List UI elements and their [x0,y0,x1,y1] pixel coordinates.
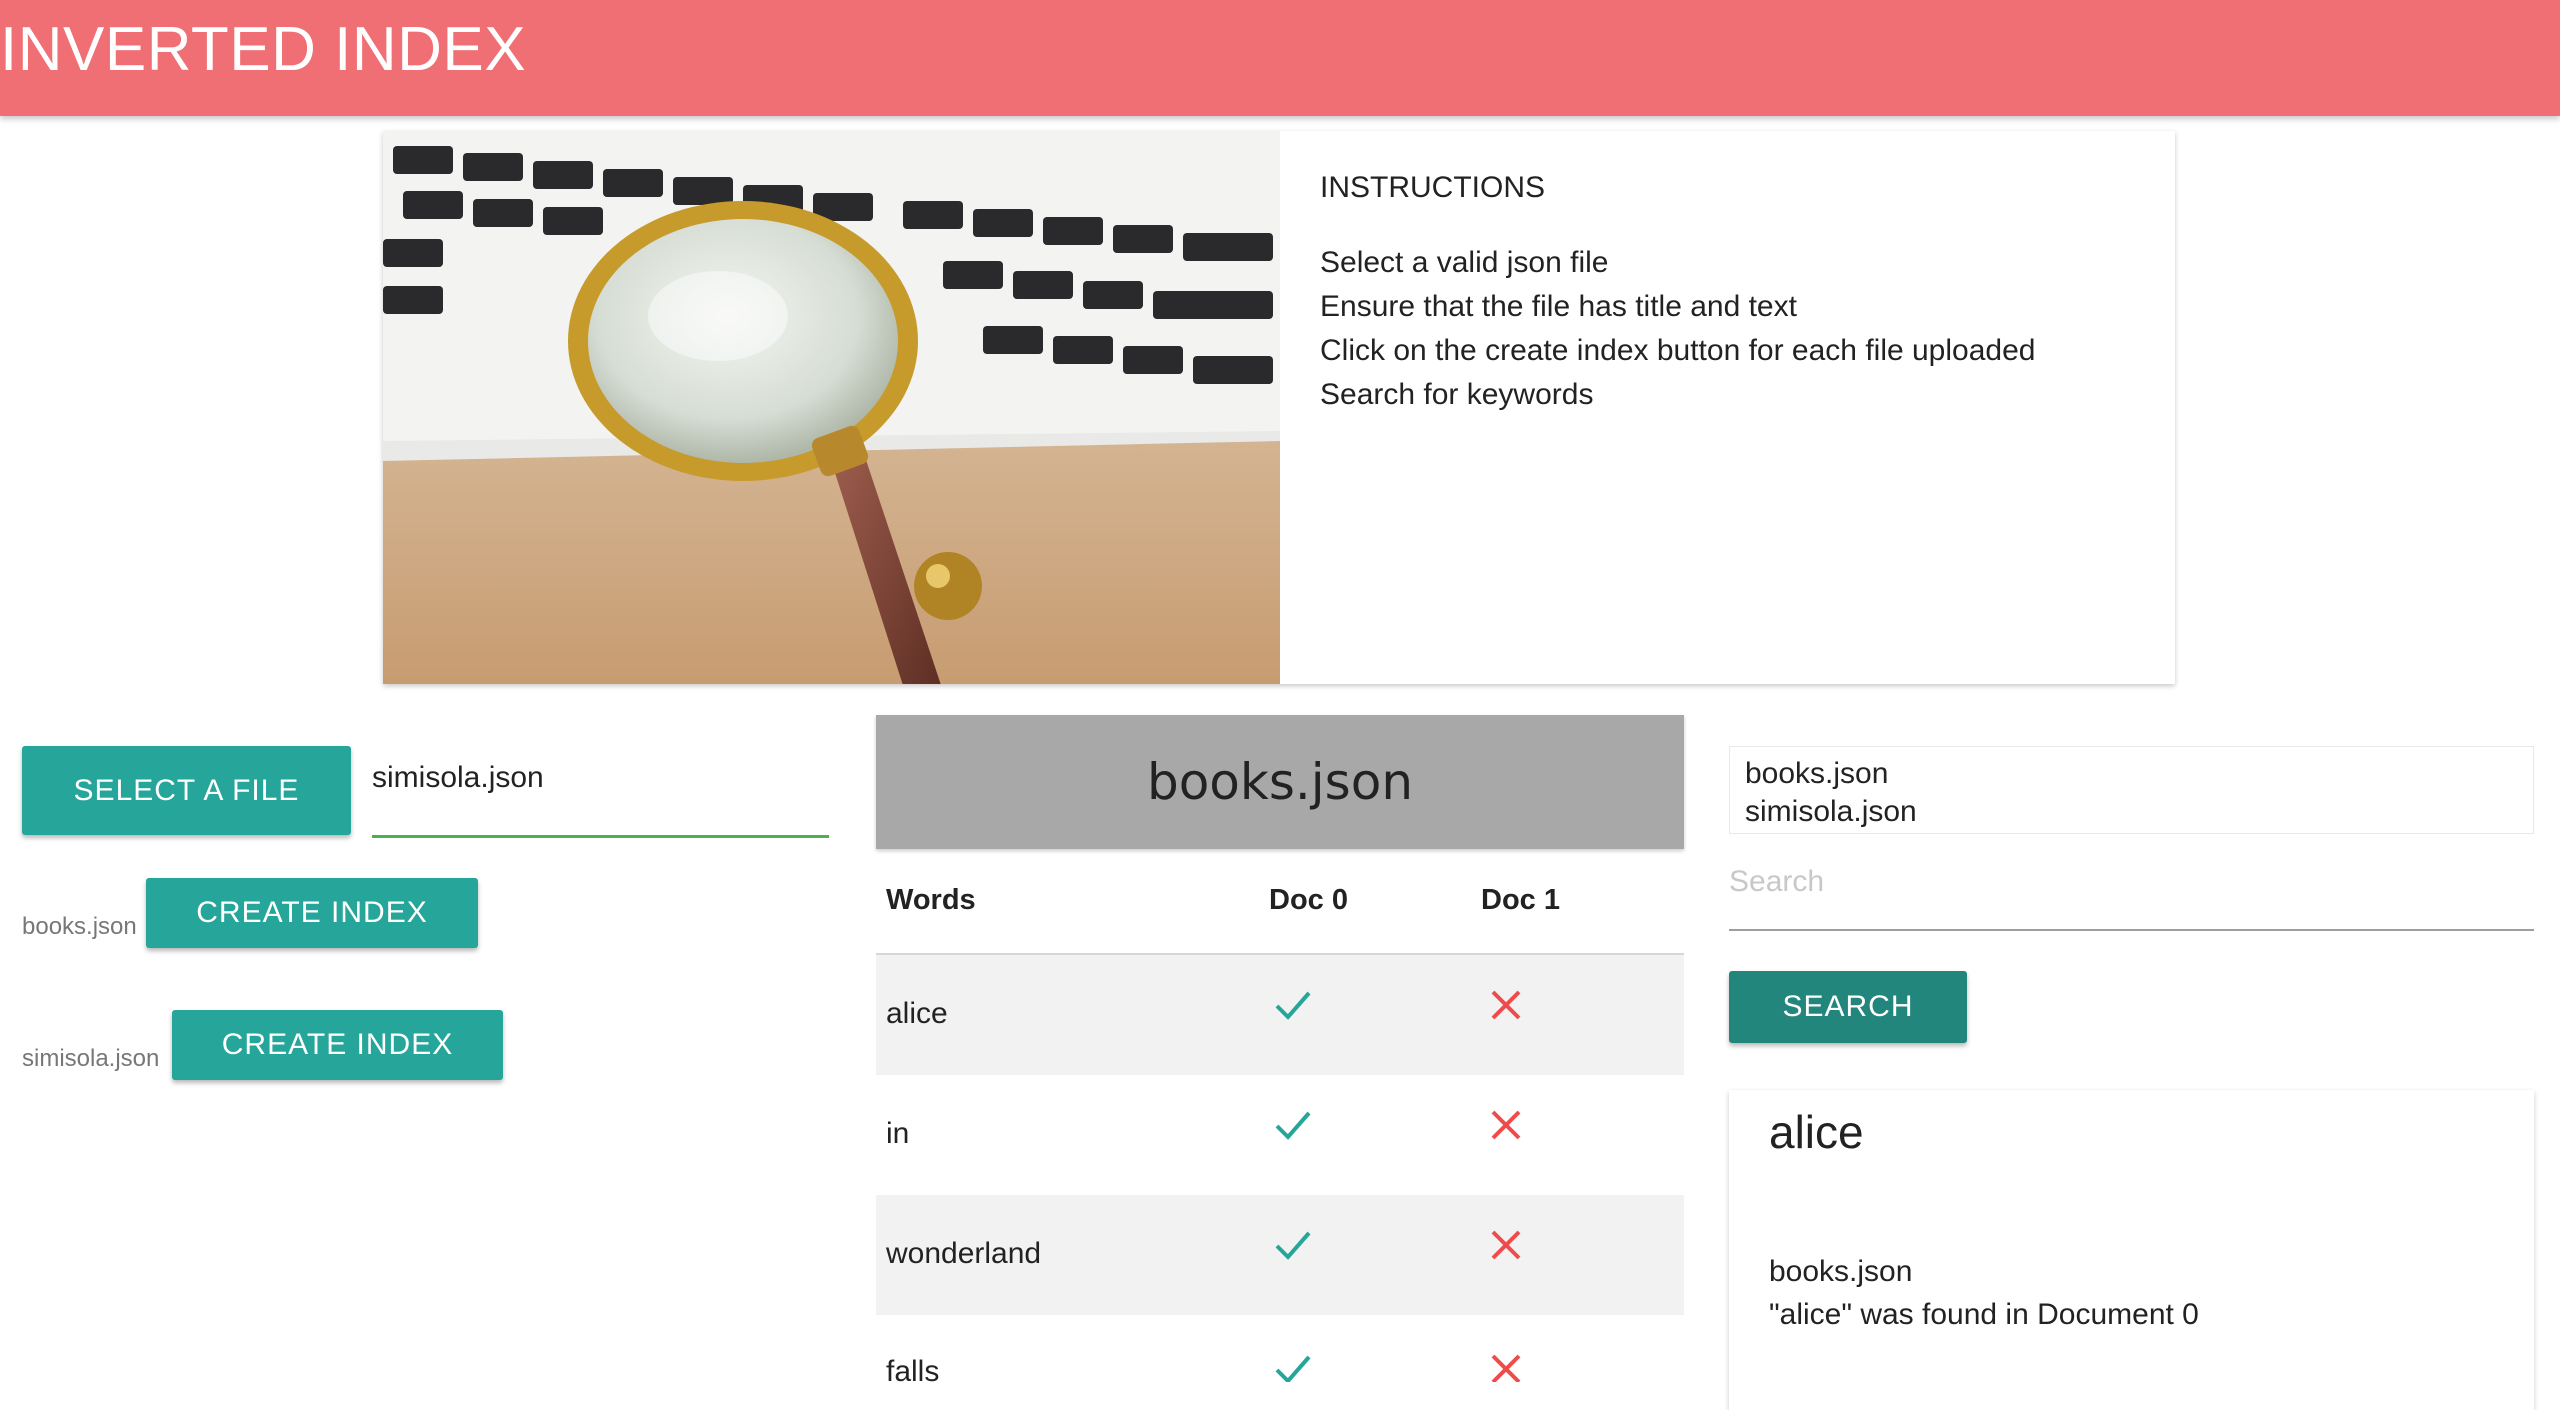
result-file-name: books.json [1769,1255,1913,1288]
index-table-file-title: books.json [1146,753,1414,811]
magnifier-keyboard-image [383,131,1280,684]
column-header-doc-1: Doc 1 [1481,884,1560,916]
search-input[interactable] [1729,860,2534,904]
word-cell: wonderland [886,1237,1042,1270]
table-row: alice [876,955,1684,1075]
instructions-card: INSTRUCTIONS Select a valid json file En… [383,131,2175,684]
instructions-panel: INSTRUCTIONS Select a valid json file En… [1320,171,2035,417]
search-button[interactable]: SEARCH [1729,971,1967,1043]
word-cell: alice [886,997,948,1030]
word-cell: falls [886,1355,940,1382]
uploaded-file-name: books.json [22,913,137,940]
index-table-header: books.json [876,715,1684,849]
check-icon [1275,991,1311,1020]
file-select-list[interactable]: books.json simisola.json [1729,746,2534,834]
check-icon [1275,1355,1311,1382]
instruction-line: Search for keywords [1320,378,1594,411]
instruction-line: Click on the create index button for eac… [1320,334,2036,367]
result-word: alice [1769,1106,1864,1158]
selected-file-path[interactable] [372,758,829,798]
file-option[interactable]: simisola.json [1745,795,1917,829]
search-underline [1729,929,2534,931]
cross-icon [1491,990,1521,1020]
file-path-underline [372,835,829,838]
check-icon [1275,1231,1311,1260]
word-cell: in [886,1117,910,1150]
check-icon [1275,1111,1311,1140]
table-row: in [876,1075,1684,1195]
table-row: wonderland [876,1195,1684,1315]
column-header-words: Words [886,884,976,916]
instructions-title: INSTRUCTIONS [1320,171,1545,204]
create-index-button-books[interactable]: CREATE INDEX [146,878,478,948]
table-row: falls [876,1315,1684,1382]
cross-icon [1491,1110,1521,1140]
cross-icon [1491,1354,1521,1382]
app-title: INVERTED INDEX [0,15,527,84]
file-option[interactable]: books.json [1745,757,1888,791]
column-header-doc-0: Doc 0 [1269,884,1348,916]
select-file-button[interactable]: SELECT A FILE [22,746,351,835]
instruction-line: Ensure that the file has title and text [1320,290,1797,323]
uploaded-file-name: simisola.json [22,1045,160,1072]
app-header: INVERTED INDEX [0,0,2560,116]
result-message: "alice" was found in Document 0 [1769,1298,2199,1331]
create-index-button-simisola[interactable]: CREATE INDEX [172,1010,503,1080]
instruction-line: Select a valid json file [1320,246,1609,279]
cross-icon [1491,1230,1521,1260]
search-result-card: alice books.json "alice" was found in Do… [1729,1090,2534,1410]
